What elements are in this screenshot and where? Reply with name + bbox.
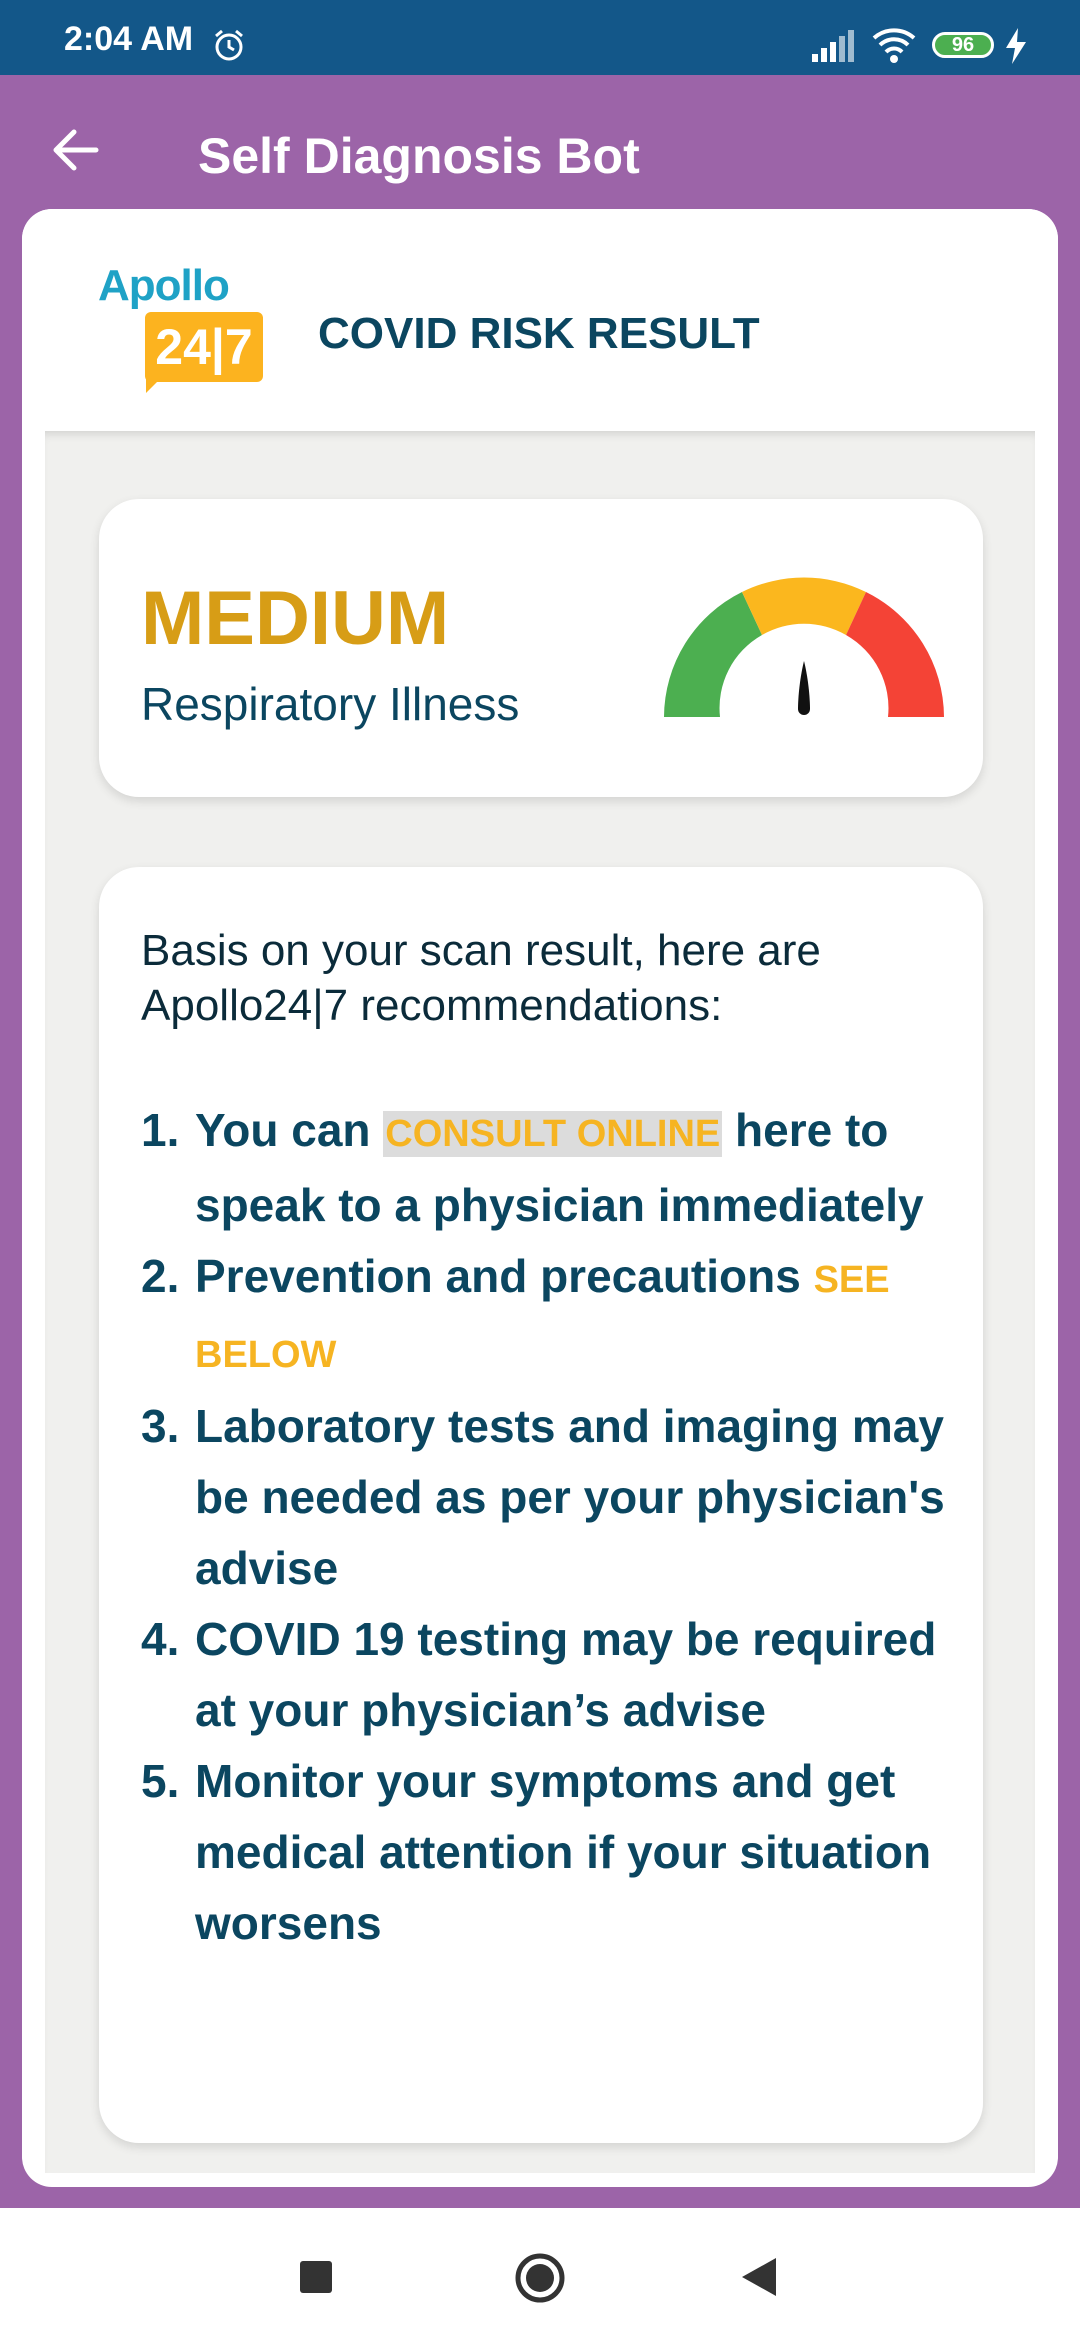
list-item: 3. Laboratory tests and imaging may be n… (141, 1391, 961, 1604)
risk-gauge-icon (664, 577, 944, 717)
list-item-number: 4. (141, 1613, 180, 1665)
list-item-text: COVID 19 testing may be required at your… (195, 1613, 937, 1736)
list-item-text: Prevention and precautions (195, 1250, 814, 1302)
app-bar: Self Diagnosis Bot (0, 75, 1080, 205)
gauge-needle (798, 661, 810, 715)
list-item-number: 3. (141, 1400, 180, 1452)
signal-icon (812, 30, 854, 62)
back-triangle-icon[interactable] (742, 2258, 778, 2296)
list-item: 5. Monitor your symptoms and get medical… (141, 1746, 961, 1959)
list-item-text: Laboratory tests and imaging may be need… (195, 1400, 945, 1594)
recommendations-card: Basis on your scan result, here are Apol… (99, 867, 983, 2143)
risk-level: MEDIUM (141, 576, 450, 661)
apollo-logo-text: Apollo (98, 261, 230, 310)
gauge-segment-medium (742, 577, 866, 635)
recommendations-intro: Basis on your scan result, here are Apol… (141, 926, 821, 1030)
status-time: 2:04 AM (64, 20, 194, 58)
app-title: Self Diagnosis Bot (198, 128, 640, 184)
result-title: COVID RISK RESULT (318, 309, 760, 358)
system-nav-bar (0, 2208, 1080, 2340)
list-item-number: 5. (141, 1755, 180, 1807)
list-item: 1. You can CONSULT ONLINE here to speak … (141, 1095, 961, 1241)
wifi-icon (872, 28, 916, 63)
consult-online-link[interactable]: CONSULT ONLINE (383, 1111, 723, 1157)
risk-summary-card: MEDIUM Respiratory Illness (99, 499, 983, 797)
battery-level: 96 (951, 33, 975, 56)
recents-square-icon[interactable] (300, 2261, 332, 2293)
gauge-segment-low (664, 592, 762, 717)
result-body: MEDIUM Respiratory Illness Basis on your… (45, 431, 1035, 2173)
result-header: Apollo 24|7 COVID RISK RESULT (22, 209, 1058, 431)
home-circle-icon[interactable] (514, 2252, 566, 2304)
list-item-text: Monitor your symptoms and get medical at… (195, 1755, 932, 1949)
gauge-segment-high (846, 592, 944, 717)
list-item-number: 1. (141, 1104, 180, 1156)
list-item: 2. Prevention and precautions SEE BELOW (141, 1241, 961, 1391)
risk-type: Respiratory Illness (141, 678, 520, 730)
recommendations-list: 1. You can CONSULT ONLINE here to speak … (141, 1095, 961, 1959)
arrow-left-icon[interactable] (50, 127, 100, 173)
charging-bolt-icon (1006, 28, 1026, 64)
list-item: 4. COVID 19 testing may be required at y… (141, 1604, 961, 1746)
list-item-number: 2. (141, 1250, 180, 1302)
result-card: Apollo 24|7 COVID RISK RESULT MEDIUM Res… (22, 209, 1058, 2187)
alarm-icon (215, 29, 243, 61)
apollo-logo-badge: 24|7 (145, 312, 263, 382)
list-item-text: You can (195, 1104, 384, 1156)
apollo-logo-tail (146, 377, 162, 393)
apollo-logo-badge-text: 24|7 (155, 319, 253, 375)
status-bar: 2:04 AM 96 (0, 0, 1080, 75)
battery-icon: 96 (932, 32, 994, 58)
